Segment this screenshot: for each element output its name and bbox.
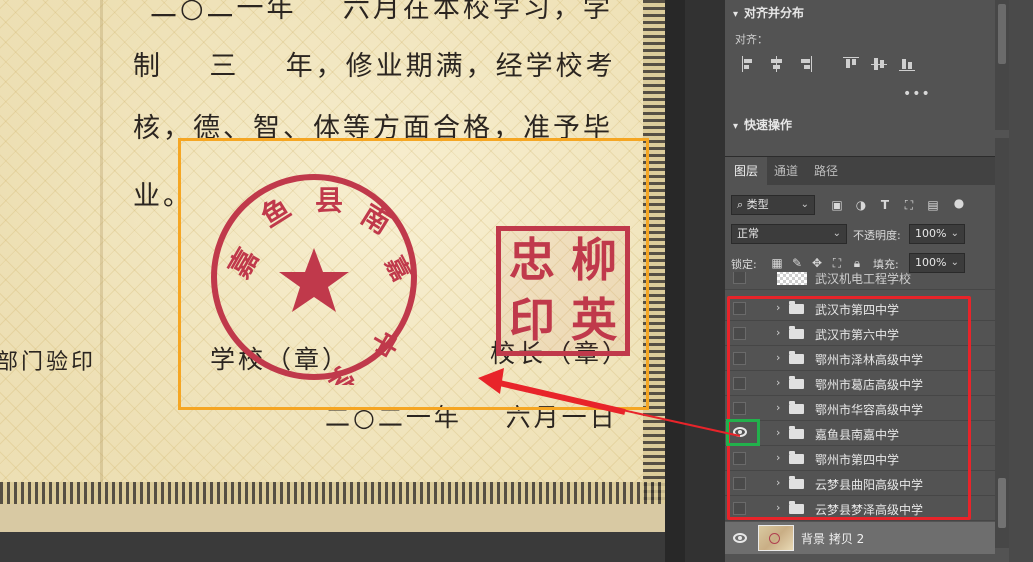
filter-toggle-icon[interactable]: ● (953, 197, 965, 209)
layer-row-next (725, 556, 995, 562)
fill-label: 填充: (873, 258, 899, 271)
tab-paths[interactable]: 路径 (805, 157, 847, 185)
chevron-down-icon: ▾ (733, 121, 739, 132)
filter-shape-icon[interactable]: ⛶ (903, 199, 915, 211)
filter-smart-object-icon[interactable]: ▤ (927, 199, 939, 211)
layer-thumbnail (758, 525, 794, 551)
search-icon: ⌕ (737, 198, 747, 211)
panel-gutter (685, 0, 725, 562)
visibility-toggle[interactable] (733, 272, 746, 284)
layer-row-partial[interactable]: 武汉机电工程学校 (725, 272, 995, 290)
layer-row-background-copy[interactable]: 背景 拷贝 2 (725, 522, 995, 554)
layer-filter-value: 类型 (746, 198, 769, 211)
lock-position-move-icon[interactable]: ✥ (811, 257, 823, 269)
certificate-edge (0, 504, 665, 532)
layer-group-highlight-box (727, 296, 971, 520)
doc-line-top: 二○二一年 六月在本校学习，学 (150, 0, 613, 24)
align-vertical-centers-icon[interactable] (871, 56, 887, 72)
align-bottom-edges-icon[interactable] (899, 56, 915, 72)
properties-scrollbar-thumb[interactable] (998, 4, 1006, 64)
quick-actions-header[interactable]: ▾ 快速操作 (733, 116, 792, 133)
align-section-title: 对齐并分布 (744, 6, 805, 20)
filter-type-icon[interactable]: T (879, 199, 891, 211)
layer-filter-select[interactable]: ⌕ 类型 ⌄ (731, 195, 815, 215)
eye-icon[interactable] (733, 533, 747, 543)
panel-divider (665, 0, 685, 562)
align-section-header[interactable]: ▾ 对齐并分布 (733, 4, 804, 21)
chevron-down-icon: ▾ (733, 9, 739, 20)
right-panel: ▾ 对齐并分布 对齐： ••• ▾ 快速操作 图层 通道 路径 ⌕ 类型 ⌄ ▣… (725, 0, 1033, 562)
eye-highlight-box (726, 419, 760, 446)
chevron-down-icon: ⌄ (832, 228, 841, 239)
panel-edge (1009, 0, 1033, 562)
chevron-down-icon: ⌄ (950, 257, 959, 268)
opacity-label: 不透明度: (853, 229, 901, 242)
lock-image-brush-icon[interactable]: ✎ (791, 257, 803, 269)
lock-artboard-icon[interactable]: ⛶ (831, 257, 843, 269)
layer-name: 背景 拷贝 2 (801, 532, 865, 546)
lock-label: 锁定: (731, 258, 757, 271)
layer-name: 武汉机电工程学校 (815, 272, 912, 286)
blend-mode-value: 正常 (737, 227, 759, 240)
align-distribute-panel: ▾ 对齐并分布 对齐： ••• (725, 0, 995, 110)
align-right-edges-icon[interactable] (797, 56, 813, 72)
chevron-down-icon: ⌄ (950, 228, 959, 239)
more-options-button[interactable]: ••• (903, 86, 931, 102)
align-horizontal-centers-icon[interactable] (769, 56, 785, 72)
opacity-value: 100% (915, 227, 947, 240)
properties-scrollbar[interactable] (995, 0, 1009, 130)
align-left-edges-icon[interactable] (741, 56, 757, 72)
photoshop-window: 二○二一年 六月在本校学习，学 制 三 年，修业期满，经学校考 核，德、智、体等… (0, 0, 1033, 562)
layer-thumbnail (777, 272, 807, 285)
doc-line-1: 制 三 年，修业期满，经学校考 (133, 51, 616, 82)
tab-channels[interactable]: 通道 (765, 157, 807, 185)
fill-value: 100% (915, 256, 947, 269)
filter-adjustment-icon[interactable]: ◑ (855, 199, 867, 211)
opacity-input[interactable]: 100% ⌄ (909, 224, 965, 244)
filter-pixel-icon[interactable]: ▣ (831, 199, 843, 211)
canvas-area[interactable]: 二○二一年 六月在本校学习，学 制 三 年，修业期满，经学校考 核，德、智、体等… (0, 0, 665, 562)
align-label: 对齐： (735, 33, 768, 46)
layers-panel-tabs: 图层 通道 路径 (725, 157, 1033, 185)
layers-scrollbar-thumb[interactable] (998, 478, 1006, 528)
side-label: 部门验印 (0, 350, 97, 375)
seal-highlight-box (178, 138, 649, 410)
chevron-down-icon: ⌄ (800, 199, 809, 210)
align-top-edges-icon[interactable] (843, 56, 859, 72)
fold-line (100, 0, 103, 532)
fill-input[interactable]: 100% ⌄ (909, 253, 965, 273)
tab-layers[interactable]: 图层 (725, 157, 768, 185)
lock-all-icon[interactable]: 🔒︎ (851, 257, 863, 269)
quick-actions-title: 快速操作 (744, 118, 793, 132)
lock-transparent-icon[interactable]: ▦ (771, 257, 783, 269)
layers-scrollbar[interactable] (995, 138, 1009, 548)
quick-actions-section: ▾ 快速操作 (725, 110, 995, 134)
blend-mode-select[interactable]: 正常 ⌄ (731, 224, 847, 244)
certificate-document: 二○二一年 六月在本校学习，学 制 三 年，修业期满，经学校考 核，德、智、体等… (0, 0, 665, 532)
certificate-border-bottom (0, 482, 665, 504)
